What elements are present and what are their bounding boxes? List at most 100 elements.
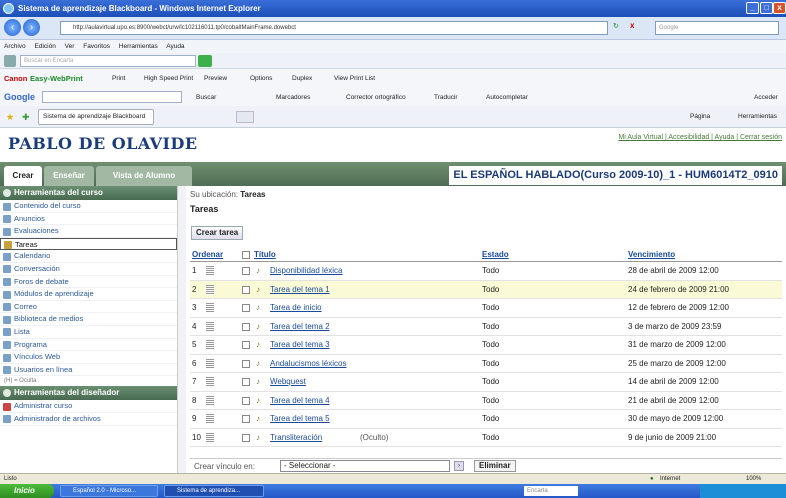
autofill-button[interactable]: Autocompletar [486,89,528,106]
stop-icon[interactable]: x [630,21,634,30]
drag-handle-icon[interactable] [206,432,214,443]
drag-handle-icon[interactable] [206,358,214,369]
high-speed-print-button[interactable]: High Speed Print [144,69,193,89]
sidebar-item-administrar[interactable]: Administrar curso [0,400,177,413]
assignment-title-link[interactable]: Tarea del tema 2 [270,318,330,336]
taskbar-item-espanol[interactable]: Español 2.0 - Microso... [60,485,158,497]
menu-ayuda[interactable]: Ayuda [166,43,184,50]
assignment-title-link[interactable]: Transliteración [270,429,322,447]
taskbar-item-blackboard[interactable]: Sistema de aprendiza... [164,485,264,497]
minimize-button[interactable]: _ [746,2,759,14]
sidebar-item-evaluaciones[interactable]: Evaluaciones [0,225,177,238]
top-links[interactable]: Mi Aula Virtual | Accesibilidad | Ayuda … [618,134,782,141]
go-icon[interactable] [198,55,212,67]
url-field[interactable]: http://aulavirtual.upo.es:8900/webct/urw… [60,21,608,35]
sidebar-item-correo[interactable]: Correo [0,301,177,314]
easywebprint-menu[interactable]: Easy-WebPrint [30,69,83,89]
row-checkbox[interactable] [242,304,250,312]
options-button[interactable]: Options [250,69,272,89]
new-assignment-button[interactable]: Crear tarea [191,226,244,240]
go-arrow-icon[interactable]: › [454,461,464,471]
bookmarks-button[interactable]: Marcadores [276,89,310,106]
row-checkbox[interactable] [242,322,250,331]
menu-herramientas[interactable]: Herramientas [119,43,158,50]
state-header[interactable]: Estado [482,248,509,262]
browser-search-input[interactable]: Google [655,21,779,35]
assignment-title-link[interactable]: Disponibilidad léxica [270,262,342,280]
taskbar-search-input[interactable]: Encarta [524,486,578,496]
forward-button[interactable]: › [23,19,40,36]
back-button[interactable]: ‹ [4,19,21,36]
encarta-search-input[interactable]: Buscar en Encarta [20,55,196,67]
link-location-select[interactable]: - Seleccionar - [280,460,450,472]
favorites-star-icon[interactable]: ★ [6,106,14,127]
sidebar-item-calendario[interactable]: Calendario [0,250,177,263]
view-print-list-button[interactable]: View Print List [334,69,375,89]
title-header[interactable]: Título [254,248,276,262]
browser-tab[interactable]: Sistema de aprendizaje Blackboard [38,109,154,125]
row-checkbox[interactable] [242,433,250,442]
signin-button[interactable]: Acceder [754,89,778,106]
assignment-title-link[interactable]: Tarea del tema 3 [270,336,330,354]
row-checkbox[interactable] [242,267,250,275]
preview-button[interactable]: Preview [204,69,227,89]
sidebar-item-programa[interactable]: Programa [0,339,177,352]
zoom-level[interactable]: 100% [746,474,761,484]
drag-handle-icon[interactable] [206,395,214,406]
tab-ensenar[interactable]: Enseñar [44,166,94,186]
menu-edicion[interactable]: Edición [35,43,56,50]
spellcheck-button[interactable]: Corrector ortográfico [346,89,406,106]
sidebar-item-contenido[interactable]: Contenido del curso [0,200,177,213]
row-checkbox[interactable] [242,415,250,423]
assignment-title-link[interactable]: Tarea del tema 1 [270,281,330,299]
row-checkbox[interactable] [242,396,250,405]
drag-handle-icon[interactable] [206,284,214,295]
sidebar-item-tareas[interactable]: Tareas [0,237,177,251]
delete-button[interactable]: Eliminar [474,460,516,472]
new-tab-button[interactable] [236,111,254,123]
menu-ver[interactable]: Ver [65,43,75,50]
menu-favoritos[interactable]: Favoritos [83,43,110,50]
tools-menu[interactable]: Herramientas [738,106,777,127]
sidebar-item-foros[interactable]: Foros de debate [0,276,177,289]
row-checkbox[interactable] [242,378,250,386]
sidebar-item-conversacion[interactable]: Conversación [0,263,177,276]
sidebar-item-vinculos[interactable]: Vínculos Web [0,351,177,364]
tab-crear[interactable]: Crear [4,166,42,186]
duplex-button[interactable]: Duplex [292,69,312,89]
row-checkbox[interactable] [242,341,250,349]
drag-handle-icon[interactable] [206,321,214,332]
drag-handle-icon[interactable] [206,377,214,387]
maximize-button[interactable]: □ [760,2,773,14]
row-checkbox[interactable] [242,285,250,294]
sidebar-item-archivos[interactable]: Administrador de archivos [0,413,177,426]
search-icon[interactable] [4,55,16,67]
assignment-title-link[interactable]: Webquest [270,373,306,391]
drag-handle-icon[interactable] [206,303,214,313]
frame-divider[interactable] [178,186,186,473]
sort-order-header[interactable]: Ordenar [192,248,223,262]
assignment-title-link[interactable]: Andalucismos léxicos [270,355,346,373]
print-button[interactable]: Print [112,69,125,89]
tab-vista-alumno[interactable]: Vista de Alumno [96,166,192,186]
select-all-checkbox[interactable] [242,251,250,259]
assignment-title-link[interactable]: Tarea del tema 5 [270,410,330,428]
drag-handle-icon[interactable] [206,340,214,350]
sidebar-item-lista[interactable]: Lista [0,326,177,339]
close-button[interactable]: x [773,2,786,14]
add-favorites-icon[interactable]: ✚ [22,106,30,127]
drag-handle-icon[interactable] [206,414,214,424]
drag-handle-icon[interactable] [206,266,214,276]
due-header[interactable]: Vencimiento [628,248,675,262]
assignment-title-link[interactable]: Tarea de inicio [270,299,322,317]
google-search-button[interactable]: Buscar [196,89,216,106]
start-button[interactable]: Inicio [0,484,54,498]
row-checkbox[interactable] [242,359,250,368]
assignment-title-link[interactable]: Tarea del tema 4 [270,392,330,410]
google-search-input[interactable] [42,91,182,103]
sidebar-item-usuarios[interactable]: Usuarios en línea [0,364,177,377]
refresh-icon[interactable]: ↻ [613,22,619,30]
sidebar-item-biblioteca[interactable]: Biblioteca de medios [0,313,177,326]
menu-archivo[interactable]: Archivo [4,43,26,50]
translate-button[interactable]: Traducir [434,89,458,106]
